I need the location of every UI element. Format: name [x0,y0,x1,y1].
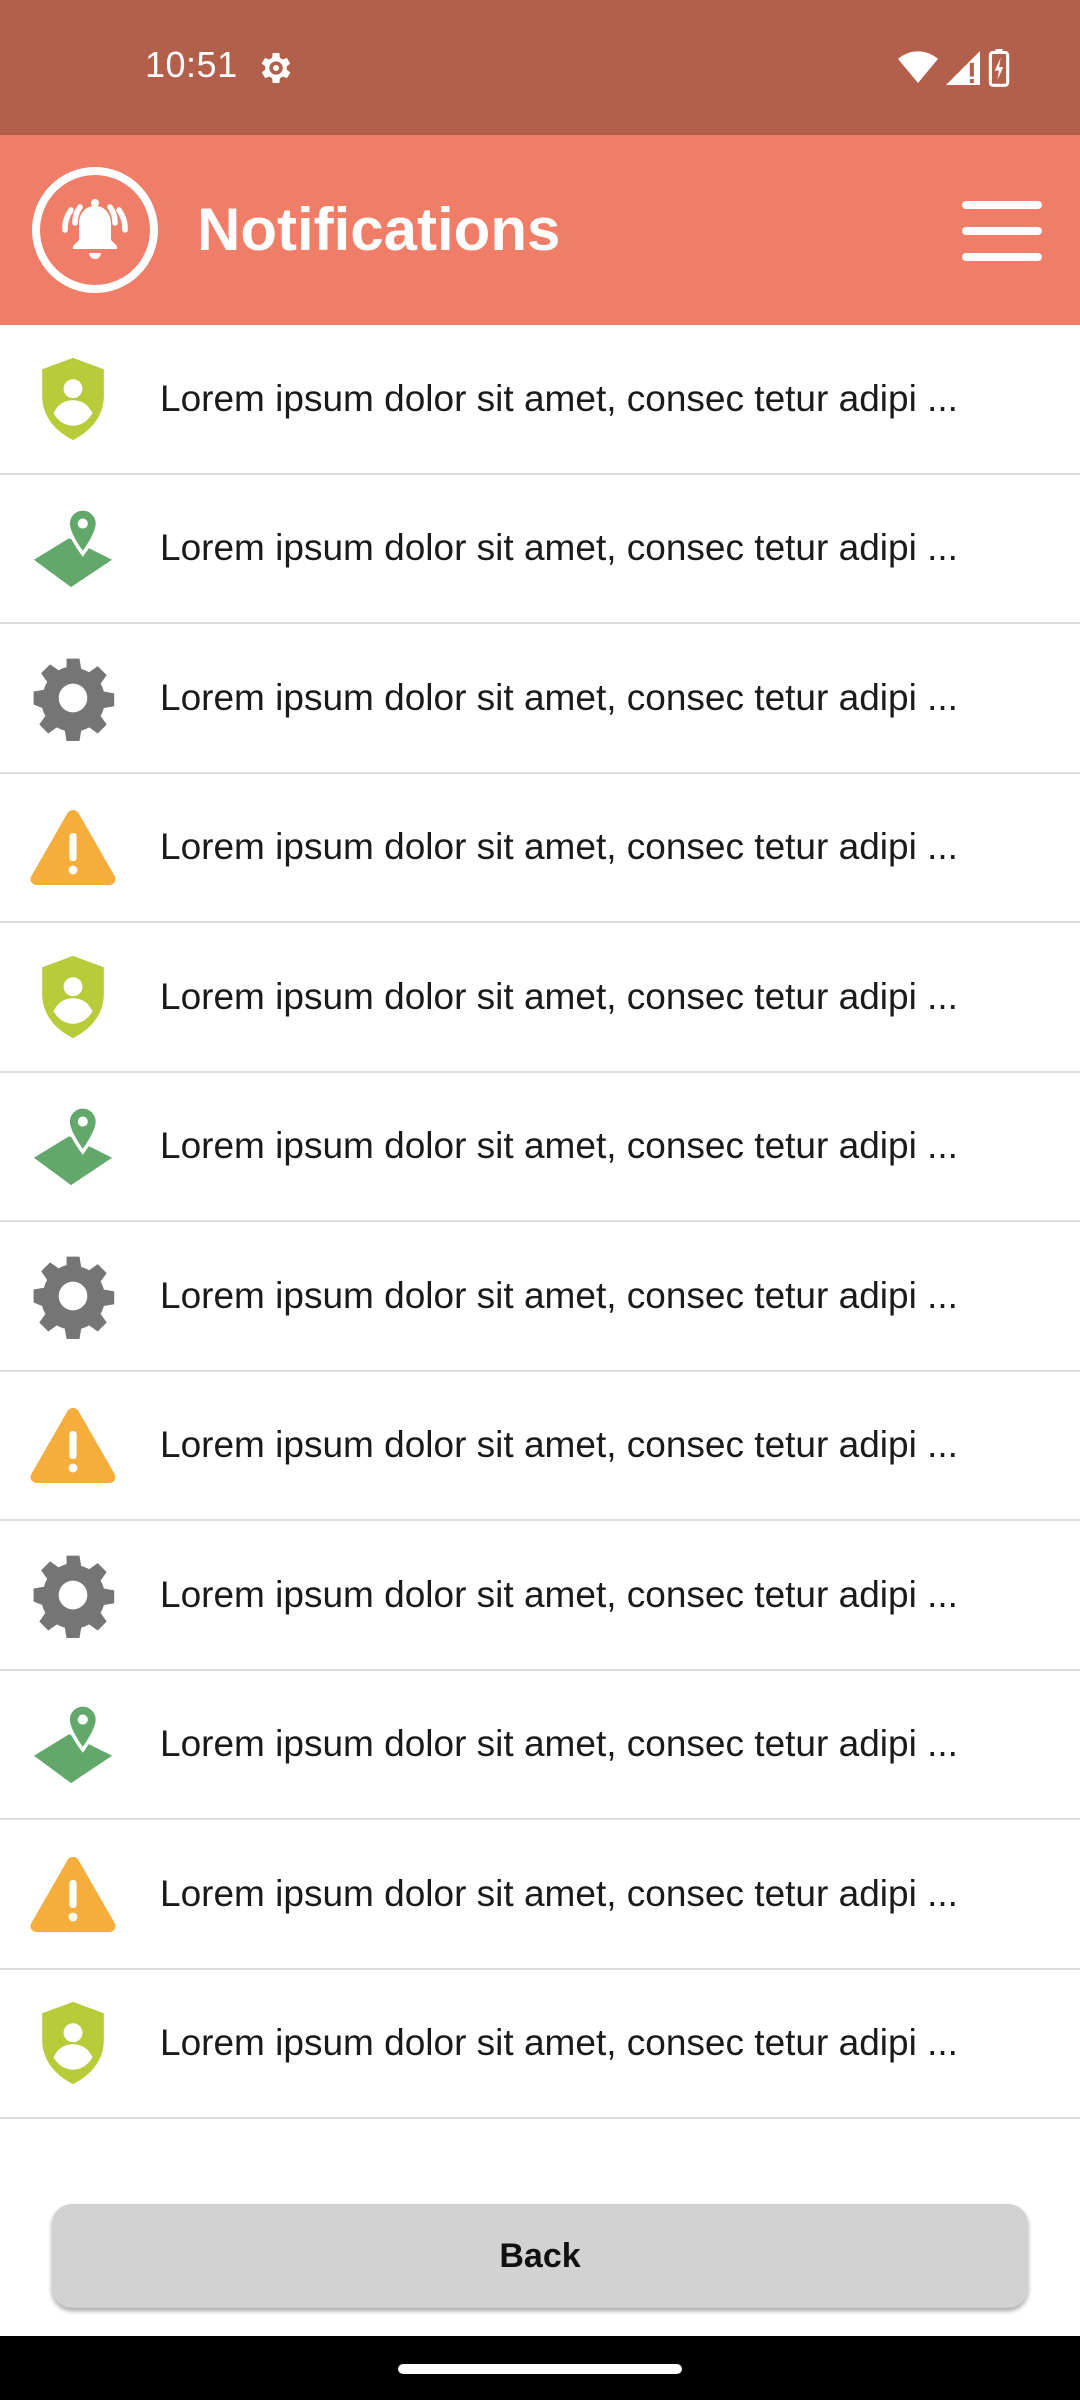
map-pin-icon [29,1102,117,1190]
battery-charging-icon [988,49,1010,87]
notification-item[interactable]: Lorem ipsum dolor sit amet, consec tetur… [0,1970,1080,2119]
gear-icon [29,1551,117,1639]
notification-text: Lorem ipsum dolor sit amet, consec tetur… [160,1573,958,1615]
shield-user-icon [29,1999,117,2087]
settings-status-icon [261,53,291,83]
status-bar: 10:51 [0,0,1080,135]
status-time: 10:51 [145,44,238,85]
shield-user-icon [29,355,117,443]
notification-item[interactable]: Lorem ipsum dolor sit amet, consec tetur… [0,325,1080,475]
notification-text: Lorem ipsum dolor sit amet, consec tetur… [160,1274,958,1316]
notification-item[interactable]: Lorem ipsum dolor sit amet, consec tetur… [0,1222,1080,1372]
app-bar: Notifications [0,135,1080,325]
map-pin-icon [29,1700,117,1788]
shield-user-icon [29,953,117,1041]
warning-icon [29,1850,117,1938]
notification-item[interactable]: Lorem ipsum dolor sit amet, consec tetur… [0,774,1080,923]
hamburger-menu-icon [962,201,1042,209]
notification-text: Lorem ipsum dolor sit amet, consec tetur… [160,826,958,868]
notification-item[interactable]: Lorem ipsum dolor sit amet, consec tetur… [0,1820,1080,1970]
notification-list: Lorem ipsum dolor sit amet, consec tetur… [0,325,1080,2119]
notification-text: Lorem ipsum dolor sit amet, consec tetur… [160,1125,958,1167]
notification-text: Lorem ipsum dolor sit amet, consec tetur… [160,527,958,569]
home-gesture-handle[interactable] [398,2364,682,2374]
warning-icon [29,803,117,891]
notification-item[interactable]: Lorem ipsum dolor sit amet, consec tetur… [0,1073,1080,1222]
gear-icon [29,654,117,742]
back-button[interactable]: Back [52,2204,1028,2308]
notification-item[interactable]: Lorem ipsum dolor sit amet, consec tetur… [0,475,1080,624]
notification-text: Lorem ipsum dolor sit amet, consec tetur… [160,1872,958,1914]
notification-text: Lorem ipsum dolor sit amet, consec tetur… [160,975,958,1017]
notification-item[interactable]: Lorem ipsum dolor sit amet, consec tetur… [0,1521,1080,1671]
notification-text: Lorem ipsum dolor sit amet, consec tetur… [160,676,958,718]
notification-item[interactable]: Lorem ipsum dolor sit amet, consec tetur… [0,1372,1080,1521]
notification-item[interactable]: Lorem ipsum dolor sit amet, consec tetur… [0,923,1080,1073]
notification-text: Lorem ipsum dolor sit amet, consec tetur… [160,1723,958,1765]
menu-button[interactable] [962,201,1042,261]
notification-text: Lorem ipsum dolor sit amet, consec tetur… [160,1424,958,1466]
notification-item[interactable]: Lorem ipsum dolor sit amet, consec tetur… [0,1671,1080,1820]
notification-item[interactable]: Lorem ipsum dolor sit amet, consec tetur… [0,624,1080,774]
alarm-bell-icon [32,167,158,293]
system-navigation-bar [0,2336,1080,2400]
notification-text: Lorem ipsum dolor sit amet, consec tetur… [160,377,958,419]
warning-icon [29,1401,117,1489]
map-pin-icon [29,504,117,592]
signal-icon [946,51,980,85]
wifi-icon [898,51,938,83]
status-icons [898,48,1010,88]
page-title: Notifications [197,196,561,263]
notification-text: Lorem ipsum dolor sit amet, consec tetur… [160,2022,958,2064]
gear-icon [29,1252,117,1340]
